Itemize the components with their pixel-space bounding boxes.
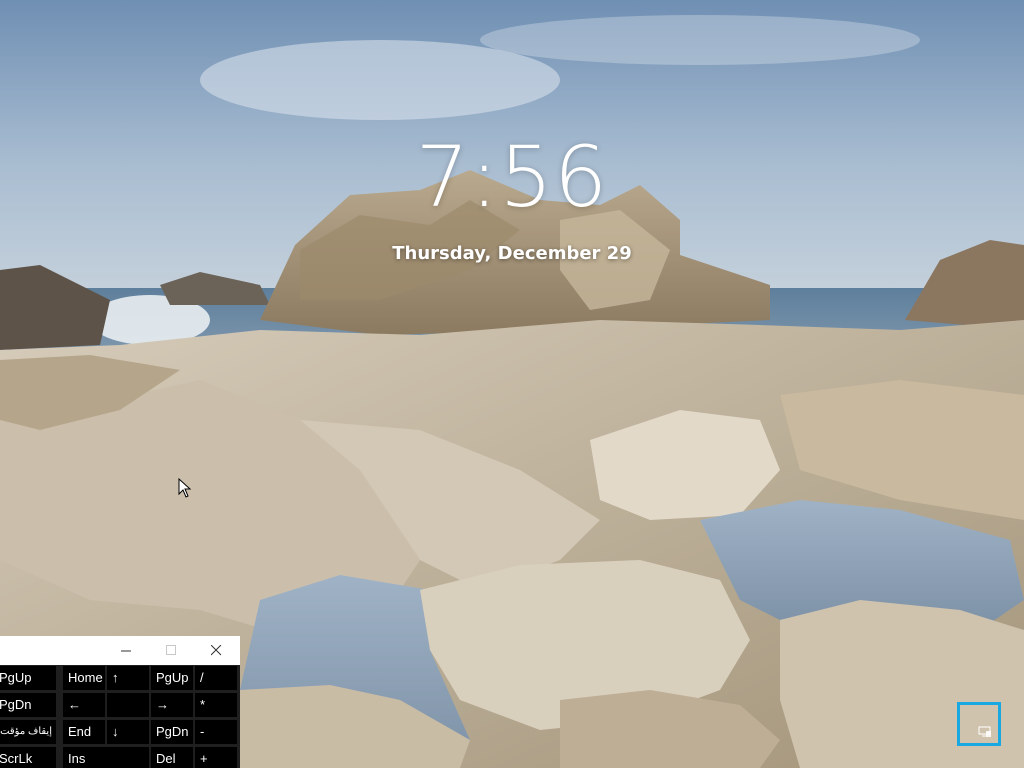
mouse-pointer-icon [178,478,192,498]
maximize-button[interactable] [149,636,194,665]
osk-title-bar[interactable] [0,636,240,665]
network-icon [978,726,991,737]
key-pgup-left[interactable]: PgUp [0,666,56,690]
key-scroll-lock[interactable]: ScrLk [0,747,56,768]
key-home[interactable]: Home [63,666,105,690]
key-divide[interactable]: / [195,666,237,690]
lock-screen-date: Thursday, December 29 [392,243,632,264]
key-insert[interactable]: Ins [63,747,149,768]
key-pgup-numpad[interactable]: PgUp [151,666,193,690]
key-end[interactable]: End [63,720,105,744]
key-up-arrow[interactable]: ↑ [107,666,149,690]
key-down-arrow[interactable]: ↓ [107,720,149,744]
key-add[interactable]: + [195,747,237,768]
maximize-icon [166,645,176,655]
lock-screen-clock: 7:56 [415,128,609,226]
minimize-icon [121,650,131,652]
minimize-button[interactable] [104,636,149,665]
key-numpad-5[interactable] [107,693,149,717]
key-left-arrow[interactable]: ← [63,693,105,717]
key-pgdn-numpad[interactable]: PgDn [151,720,193,744]
key-subtract[interactable]: - [195,720,237,744]
on-screen-keyboard-window: PgUp Home ↑ PgUp / PgDn ← → * إيقاف مؤقت… [0,636,240,768]
key-right-arrow[interactable]: → [151,693,193,717]
key-pause[interactable]: إيقاف مؤقت [0,720,56,744]
key-multiply[interactable]: * [195,693,237,717]
key-pgdn-left[interactable]: PgDn [0,693,56,717]
key-delete[interactable]: Del [151,747,193,768]
network-button[interactable] [957,702,1001,746]
close-icon [211,645,222,656]
close-button[interactable] [194,636,239,665]
